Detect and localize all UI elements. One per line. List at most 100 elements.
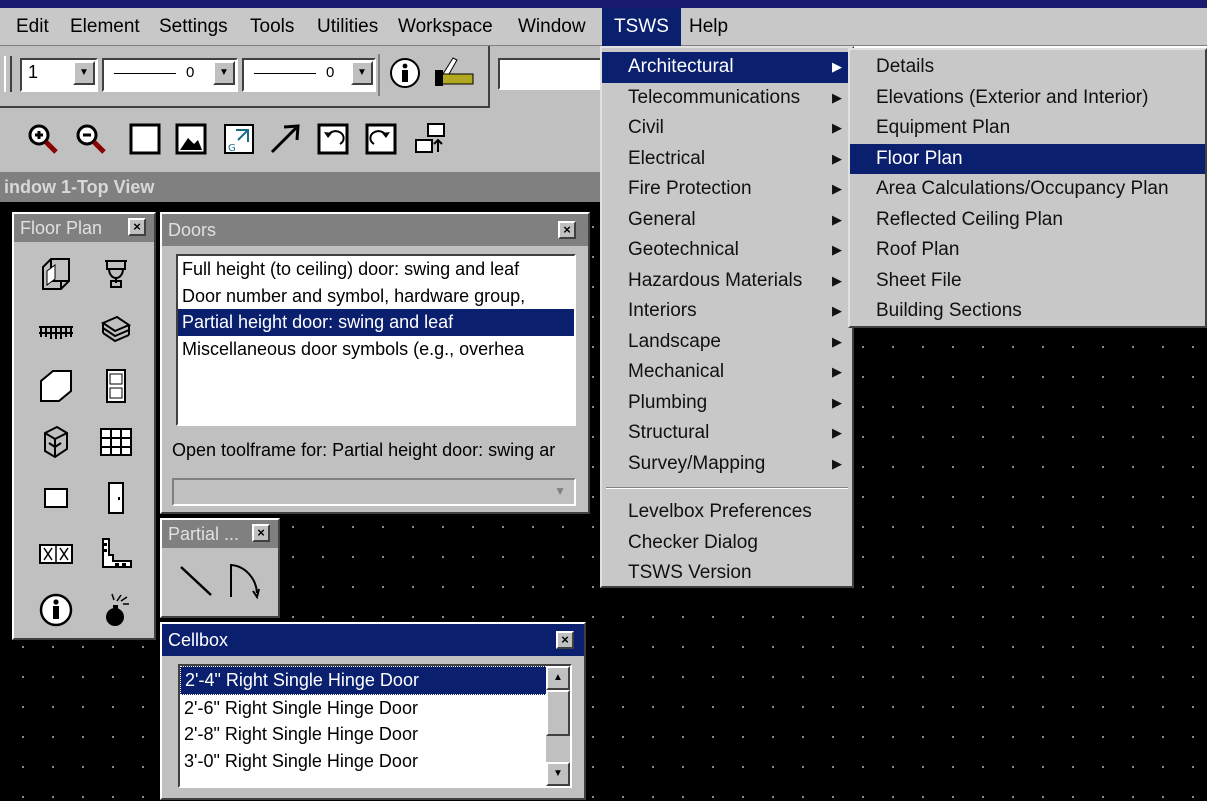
chevron-down-icon[interactable]: ▼: [213, 61, 235, 85]
submenu-item-reflected-ceiling-plan[interactable]: Reflected Ceiling Plan: [850, 205, 1205, 236]
diagonal-line-icon[interactable]: [172, 556, 220, 604]
list-item[interactable]: Full height (to ceiling) door: swing and…: [178, 256, 574, 283]
copy-view-icon[interactable]: [414, 122, 448, 156]
close-icon[interactable]: ×: [252, 524, 270, 542]
line-style-combo[interactable]: 0 ▼: [102, 58, 238, 92]
attributes-toolbar: 1 ▼ 0 ▼ 0 ▼: [0, 46, 490, 108]
info-icon[interactable]: [32, 586, 80, 634]
submenu-item-details[interactable]: Details: [850, 52, 1205, 83]
chevron-down-icon[interactable]: ▼: [351, 61, 373, 85]
scroll-down-icon[interactable]: ▼: [546, 762, 570, 786]
submenu-item-floor-plan[interactable]: Floor Plan: [850, 143, 1205, 174]
menu-item-structural[interactable]: Structural ▶: [602, 418, 852, 449]
pen-ruler-icon[interactable]: [432, 56, 478, 90]
scrollbar[interactable]: ▲ ▼: [546, 666, 570, 786]
window-area-icon[interactable]: [128, 122, 162, 156]
wall-stack-icon[interactable]: [92, 306, 140, 354]
menu-item-geotechnical[interactable]: Geotechnical ▶: [602, 235, 852, 266]
menu-item-plumbing[interactable]: Plumbing ▶: [602, 388, 852, 419]
menu-item-general[interactable]: General ▶: [602, 205, 852, 236]
menu-element[interactable]: Element: [62, 8, 148, 46]
menu-tools[interactable]: Tools: [242, 8, 302, 46]
list-item[interactable]: 3'-0" Right Single Hinge Door: [180, 748, 570, 775]
door-swing-icon[interactable]: [220, 556, 268, 604]
menu-tsws[interactable]: TSWS: [602, 8, 681, 46]
chevron-right-icon: ▶: [832, 303, 842, 318]
info-icon[interactable]: [388, 56, 422, 90]
door-icon[interactable]: [32, 250, 80, 298]
scroll-up-icon[interactable]: ▲: [546, 666, 570, 690]
square-icon[interactable]: [32, 474, 80, 522]
list-item[interactable]: 2'-8" Right Single Hinge Door: [180, 721, 570, 748]
view-previous-icon[interactable]: [316, 122, 350, 156]
submenu-item-area-calculations[interactable]: Area Calculations/Occupancy Plan: [850, 174, 1205, 205]
menu-item-architectural[interactable]: Architectural ▶: [602, 52, 852, 83]
menu-item-label: Hazardous Materials: [628, 269, 803, 291]
pan-arrow-icon[interactable]: [268, 122, 302, 156]
menu-item-fire-protection[interactable]: Fire Protection ▶: [602, 174, 852, 205]
menu-item-civil[interactable]: Civil ▶: [602, 113, 852, 144]
doors-palette: Doors × Full height (to ceiling) door: s…: [160, 212, 590, 514]
menu-item-hazardous-materials[interactable]: Hazardous Materials ▶: [602, 266, 852, 297]
cabinet-icon[interactable]: [92, 362, 140, 410]
menu-utilities[interactable]: Utilities: [309, 8, 386, 46]
fixture-icon[interactable]: [32, 418, 80, 466]
doors-list[interactable]: Full height (to ceiling) door: swing and…: [176, 254, 576, 426]
menu-item-mechanical[interactable]: Mechanical ▶: [602, 357, 852, 388]
menu-item-telecommunications[interactable]: Telecommunications ▶: [602, 83, 852, 114]
submenu-item-sheet-file[interactable]: Sheet File: [850, 266, 1205, 297]
submenu-item-building-sections[interactable]: Building Sections: [850, 296, 1205, 327]
zoom-in-icon[interactable]: [26, 122, 60, 156]
doors-palette-title-text: Doors: [168, 220, 217, 240]
list-item[interactable]: 2'-6" Right Single Hinge Door: [180, 695, 570, 722]
close-icon[interactable]: ×: [558, 221, 576, 239]
key-in-field[interactable]: [498, 58, 606, 90]
submenu-item-roof-plan[interactable]: Roof Plan: [850, 235, 1205, 266]
menu-item-interiors[interactable]: Interiors ▶: [602, 296, 852, 327]
menu-settings[interactable]: Settings: [151, 8, 236, 46]
menu-help[interactable]: Help: [681, 8, 736, 46]
chevron-down-icon[interactable]: ▼: [554, 484, 566, 498]
chevron-down-icon[interactable]: ▼: [73, 61, 95, 85]
submenu-item-elevations[interactable]: Elevations (Exterior and Interior): [850, 83, 1205, 114]
menu-item-tsws-version[interactable]: TSWS Version: [602, 558, 852, 589]
doors-palette-title[interactable]: Doors: [162, 214, 588, 246]
level-combo[interactable]: 1 ▼: [20, 58, 98, 92]
zoom-out-icon[interactable]: [74, 122, 108, 156]
door-leaf-icon[interactable]: [92, 474, 140, 522]
view-next-icon[interactable]: [364, 122, 398, 156]
chevron-right-icon: ▶: [832, 242, 842, 257]
cellbox-title[interactable]: Cellbox: [162, 624, 584, 656]
menu-bar: Edit Element Settings Tools Utilities Wo…: [0, 8, 1207, 46]
grid-icon[interactable]: [92, 418, 140, 466]
fit-view-icon[interactable]: [174, 122, 208, 156]
menu-item-electrical[interactable]: Electrical ▶: [602, 144, 852, 175]
double-panel-icon[interactable]: [32, 530, 80, 578]
menu-workspace[interactable]: Workspace: [390, 8, 501, 46]
close-icon[interactable]: ×: [556, 631, 574, 649]
list-item[interactable]: Door number and symbol, hardware group,: [178, 283, 574, 310]
zoom-extents-icon[interactable]: G: [222, 122, 256, 156]
stair-icon[interactable]: [32, 306, 80, 354]
list-item-selected[interactable]: Partial height door: swing and leaf: [178, 309, 574, 336]
menu-edit[interactable]: Edit: [8, 8, 57, 46]
list-item-selected[interactable]: 2'-4" Right Single Hinge Door: [180, 666, 570, 695]
list-item[interactable]: Miscellaneous door symbols (e.g., overhe…: [178, 336, 574, 363]
window-icon[interactable]: [92, 250, 140, 298]
line-weight-combo[interactable]: 0 ▼: [242, 58, 376, 92]
menu-window[interactable]: Window: [510, 8, 594, 46]
submenu-item-equipment-plan[interactable]: Equipment Plan: [850, 113, 1205, 144]
floor-layout-icon[interactable]: [92, 530, 140, 578]
menu-item-survey-mapping[interactable]: Survey/Mapping ▶: [602, 449, 852, 480]
menu-item-label: Electrical: [628, 147, 706, 169]
panel-icon[interactable]: [32, 362, 80, 410]
menu-item-levelbox-preferences[interactable]: Levelbox Preferences: [602, 497, 852, 528]
cell-list[interactable]: 2'-4" Right Single Hinge Door 2'-6" Righ…: [178, 664, 572, 788]
toolbar-grip[interactable]: [4, 56, 12, 92]
scroll-thumb[interactable]: [546, 690, 570, 736]
menu-item-landscape[interactable]: Landscape ▶: [602, 327, 852, 358]
menu-item-checker-dialog[interactable]: Checker Dialog: [602, 528, 852, 559]
bomb-icon[interactable]: [92, 586, 140, 634]
close-icon[interactable]: ×: [128, 218, 146, 236]
toolframe-combo[interactable]: ▼: [172, 478, 576, 506]
